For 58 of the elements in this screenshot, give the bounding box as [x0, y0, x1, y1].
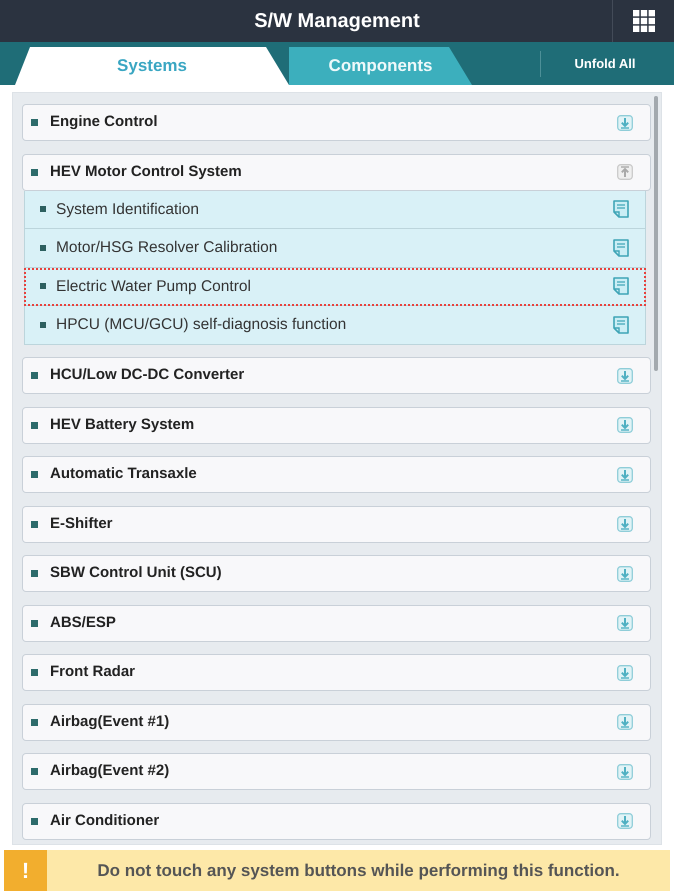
- system-row[interactable]: HCU/Low DC-DC Converter: [22, 357, 651, 394]
- function-name: HPCU (MCU/GCU) self-diagnosis function: [56, 315, 348, 336]
- function-row[interactable]: System Identification: [24, 190, 646, 229]
- warning-icon: !: [4, 850, 47, 891]
- system-row[interactable]: SBW Control Unit (SCU): [22, 555, 651, 592]
- scrollbar-thumb[interactable]: [654, 96, 658, 371]
- note-icon[interactable]: [613, 316, 629, 334]
- system-name: Front Radar: [50, 662, 136, 682]
- function-name: System Identification: [56, 200, 200, 220]
- system-row[interactable]: E-Shifter: [22, 506, 651, 542]
- note-icon[interactable]: [613, 238, 629, 257]
- bullet-icon: [31, 768, 38, 775]
- system-name: Airbag(Event #1): [50, 712, 170, 732]
- function-name: Electric Water Pump Control: [56, 276, 252, 297]
- bullet-icon: [40, 322, 46, 328]
- system-row[interactable]: Engine Control: [22, 104, 651, 141]
- system-row[interactable]: HEV Motor Control System: [22, 154, 651, 190]
- bullet-icon: [31, 570, 38, 577]
- unfold-all-button[interactable]: Unfold All: [541, 54, 669, 74]
- system-name: HEV Motor Control System: [50, 162, 243, 182]
- bullet-icon: [31, 818, 38, 824]
- bullet-icon: [40, 206, 46, 212]
- bullet-icon: [31, 119, 38, 126]
- system-row[interactable]: Airbag(Event #2): [22, 753, 651, 790]
- system-row[interactable]: ABS/ESP: [22, 604, 651, 642]
- header-title: S/W Management: [254, 9, 420, 34]
- function-name: Motor/HSG Resolver Calibration: [56, 238, 278, 258]
- bullet-icon: [40, 244, 46, 251]
- system-name: HCU/Low DC-DC Converter: [50, 365, 246, 386]
- system-name: HEV Battery System: [50, 414, 196, 435]
- bullet-icon: [31, 520, 38, 528]
- system-name: Air Conditioner: [50, 810, 160, 831]
- system-row[interactable]: Automatic Transaxle: [22, 456, 651, 493]
- bullet-icon: [31, 471, 38, 478]
- function-row[interactable]: Motor/HSG Resolver Calibration: [24, 229, 646, 268]
- bullet-icon: [31, 422, 38, 428]
- system-name: ABS/ESP: [50, 612, 117, 633]
- system-name: Automatic Transaxle: [50, 464, 198, 484]
- bullet-icon: [31, 669, 38, 676]
- warning-message: Do not touch any system buttons while performing this function.: [96, 860, 621, 882]
- system-name: E-Shifter: [50, 514, 114, 534]
- bullet-icon: [40, 283, 46, 290]
- system-row[interactable]: HEV Battery System: [22, 406, 651, 444]
- bullet-icon: [31, 168, 38, 176]
- system-name: Airbag(Event #2): [50, 761, 170, 782]
- function-row[interactable]: HPCU (MCU/GCU) self-diagnosis function: [24, 306, 646, 344]
- grid-menu-icon[interactable]: [632, 10, 654, 32]
- note-icon[interactable]: [613, 200, 629, 218]
- bullet-icon: [31, 620, 38, 626]
- bullet-icon: [31, 718, 38, 726]
- system-name: SBW Control Unit (SCU): [50, 563, 223, 584]
- function-row[interactable]: Electric Water Pump Control: [24, 268, 646, 306]
- note-icon[interactable]: [613, 277, 629, 296]
- system-row[interactable]: Front Radar: [22, 654, 651, 691]
- system-name: Engine Control: [50, 112, 158, 132]
- system-row[interactable]: Airbag(Event #1): [22, 704, 651, 740]
- system-row[interactable]: Air Conditioner: [22, 802, 651, 840]
- bullet-icon: [31, 372, 38, 379]
